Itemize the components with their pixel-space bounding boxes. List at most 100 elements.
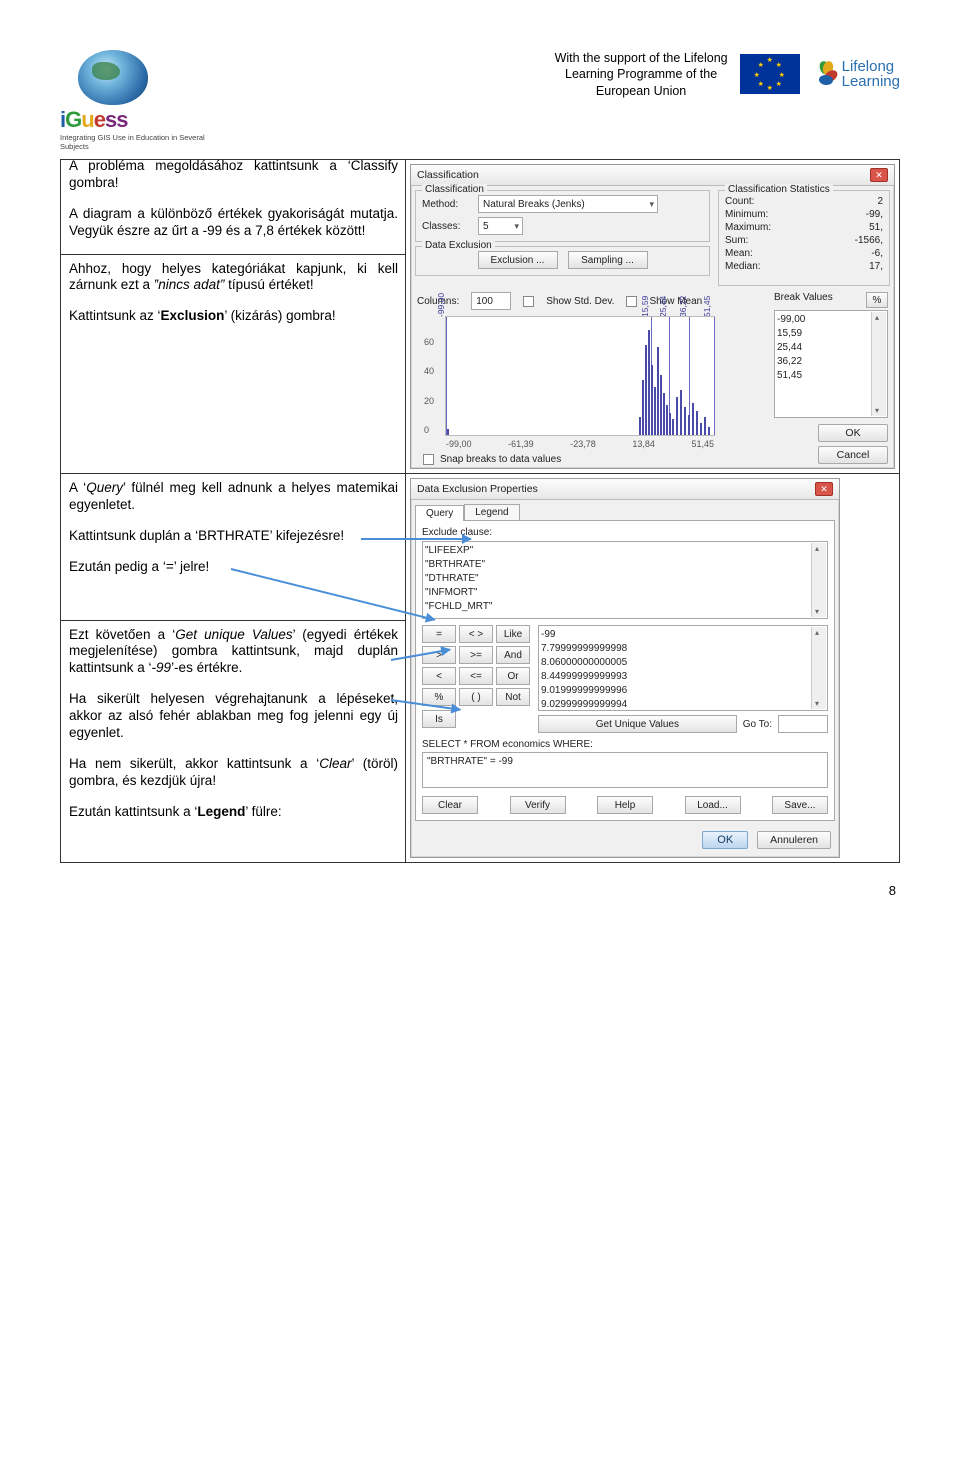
page-number: 8 (60, 883, 900, 898)
field-item[interactable]: "DTHRATE" (425, 572, 825, 586)
field-item[interactable]: "INFMORT" (425, 586, 825, 600)
instruction-text: Ezt követően a ‘Get unique Values’ (egye… (69, 627, 398, 678)
method-label: Method: (422, 199, 472, 210)
dialog-title: Classification (417, 169, 479, 181)
show-mean-checkbox[interactable] (626, 296, 637, 307)
sampling-button[interactable]: Sampling ... (568, 251, 648, 269)
break-value-item[interactable]: 15,59 (777, 327, 885, 341)
stat-label: Minimum: (725, 209, 768, 220)
group-label: Data Exclusion (422, 240, 495, 251)
instruction-text: Ha nem sikerült, akkor kattintsunk a ‘Cl… (69, 756, 398, 790)
help-button[interactable]: Help (597, 796, 653, 814)
instruction-text: Kattintsunk az ‘Exclusion’ (kizárás) gom… (69, 308, 398, 325)
op-or-button[interactable]: Or (496, 667, 530, 685)
cancel-button[interactable]: Cancel (818, 446, 888, 464)
classification-dialog: Classification ✕ Classification Method: … (410, 164, 895, 469)
instruction-text: A ‘Query’ fülnél meg kell adnunk a helye… (69, 480, 398, 514)
stat-label: Mean: (725, 248, 753, 259)
field-item[interactable]: "BRTHRATE" (425, 558, 825, 572)
clear-button[interactable]: Clear (422, 796, 478, 814)
value-item[interactable]: 7.79999999999998 (541, 642, 825, 656)
scrollbar[interactable] (811, 543, 826, 617)
group-label: Classification Statistics (725, 184, 833, 195)
stat-label: Sum: (725, 235, 748, 246)
break-values-list[interactable]: -99,00 15,59 25,44 36,22 51,45 (774, 310, 888, 418)
ok-button[interactable]: OK (818, 424, 888, 442)
op-lte-button[interactable]: <= (459, 667, 493, 685)
histogram-chart: 60 40 20 0 (445, 316, 715, 436)
percent-button[interactable]: % (866, 292, 888, 308)
instruction-text: Ezután pedig a ‘=’ jelre! (69, 559, 398, 576)
lifelong-learning-logo: Lifelong Learning (812, 59, 900, 91)
columns-input[interactable]: 100 (471, 292, 511, 310)
instruction-text: A probléma megoldásához kattintsunk a ‘C… (69, 158, 398, 192)
verify-button[interactable]: Verify (510, 796, 566, 814)
op-equals-button[interactable]: = (422, 625, 456, 643)
break-value-item[interactable]: -99,00 (777, 313, 885, 327)
stat-label: Maximum: (725, 222, 771, 233)
save-button[interactable]: Save... (772, 796, 828, 814)
chart-top-label: 51,45 (702, 296, 712, 317)
stat-value: -99, (866, 209, 883, 220)
tab-legend[interactable]: Legend (464, 504, 519, 520)
stat-value: -1566, (855, 235, 883, 246)
value-item[interactable]: 9.02999999999994 (541, 698, 825, 711)
dialog-title: Data Exclusion Properties (417, 483, 538, 495)
field-item[interactable]: "LIFEEXP" (425, 544, 825, 558)
snap-checkbox[interactable] (423, 454, 434, 465)
logo-subtitle: Integrating GIS Use in Education in Seve… (60, 133, 210, 151)
break-value-item[interactable]: 36,22 (777, 355, 885, 369)
eu-flag-icon: ★★ ★★ ★★ ★★ (740, 54, 800, 94)
break-values-label: Break Values (774, 292, 833, 308)
load-button[interactable]: Load... (685, 796, 741, 814)
chart-top-label: 15,59 (640, 296, 650, 317)
snap-label: Snap breaks to data values (440, 454, 561, 465)
values-listbox[interactable]: -99 7.79999999999998 8.06000000000005 8.… (538, 625, 828, 711)
value-item[interactable]: 8.44999999999993 (541, 670, 825, 684)
classes-select[interactable]: 5 (478, 217, 523, 235)
value-item[interactable]: -99 (541, 628, 825, 642)
op-and-button[interactable]: And (496, 646, 530, 664)
scrollbar[interactable] (871, 312, 886, 416)
iguess-logo: iGuess Integrating GIS Use in Education … (60, 50, 210, 151)
instruction-text: A diagram a különböző értékek gyakoriság… (69, 206, 398, 240)
close-icon[interactable]: ✕ (870, 168, 888, 182)
op-not-button[interactable]: Not (496, 688, 530, 706)
fields-listbox[interactable]: "LIFEEXP" "BRTHRATE" "DTHRATE" "INFMORT"… (422, 541, 828, 619)
close-icon[interactable]: ✕ (815, 482, 833, 496)
arrow-annotation (231, 568, 435, 621)
stat-label: Median: (725, 261, 761, 272)
scrollbar[interactable] (811, 627, 826, 709)
op-gte-button[interactable]: >= (459, 646, 493, 664)
exclusion-button[interactable]: Exclusion ... (478, 251, 558, 269)
group-label: Classification (422, 184, 487, 195)
op-notequals-button[interactable]: < > (459, 625, 493, 643)
ok-button[interactable]: OK (702, 831, 748, 849)
goto-label: Go To: (743, 719, 772, 730)
data-exclusion-dialog: Data Exclusion Properties ✕ Query Legend… (410, 478, 840, 858)
show-std-checkbox[interactable] (523, 296, 534, 307)
stat-value: 17, (869, 261, 883, 272)
goto-input[interactable] (778, 715, 828, 733)
op-lt-button[interactable]: < (422, 667, 456, 685)
value-item[interactable]: 8.06000000000005 (541, 656, 825, 670)
classes-label: Classes: (422, 221, 472, 232)
eu-support-text: With the support of the Lifelong Learnin… (555, 50, 728, 99)
method-select[interactable]: Natural Breaks (Jenks) (478, 195, 658, 213)
field-item[interactable]: "FCHLD_MRT" (425, 600, 825, 614)
tab-query[interactable]: Query (415, 505, 464, 521)
get-unique-values-button[interactable]: Get Unique Values (538, 715, 737, 733)
value-item[interactable]: 9.01999999999996 (541, 684, 825, 698)
stat-value: -6, (871, 248, 883, 259)
cancel-button[interactable]: Annuleren (757, 831, 831, 849)
break-value-item[interactable]: 51,45 (777, 369, 885, 383)
op-parens-button[interactable]: ( ) (459, 688, 493, 706)
break-value-item[interactable]: 25,44 (777, 341, 885, 355)
select-from-label: SELECT * FROM economics WHERE: (422, 739, 828, 750)
show-std-label: Show Std. Dev. (546, 296, 614, 307)
operator-grid: = < > Like > >= And < <= Or % (422, 625, 530, 706)
expression-textbox[interactable]: "BRTHRATE" = -99 (422, 752, 828, 788)
stat-label: Count: (725, 196, 754, 207)
page-header: iGuess Integrating GIS Use in Education … (60, 50, 900, 151)
op-like-button[interactable]: Like (496, 625, 530, 643)
